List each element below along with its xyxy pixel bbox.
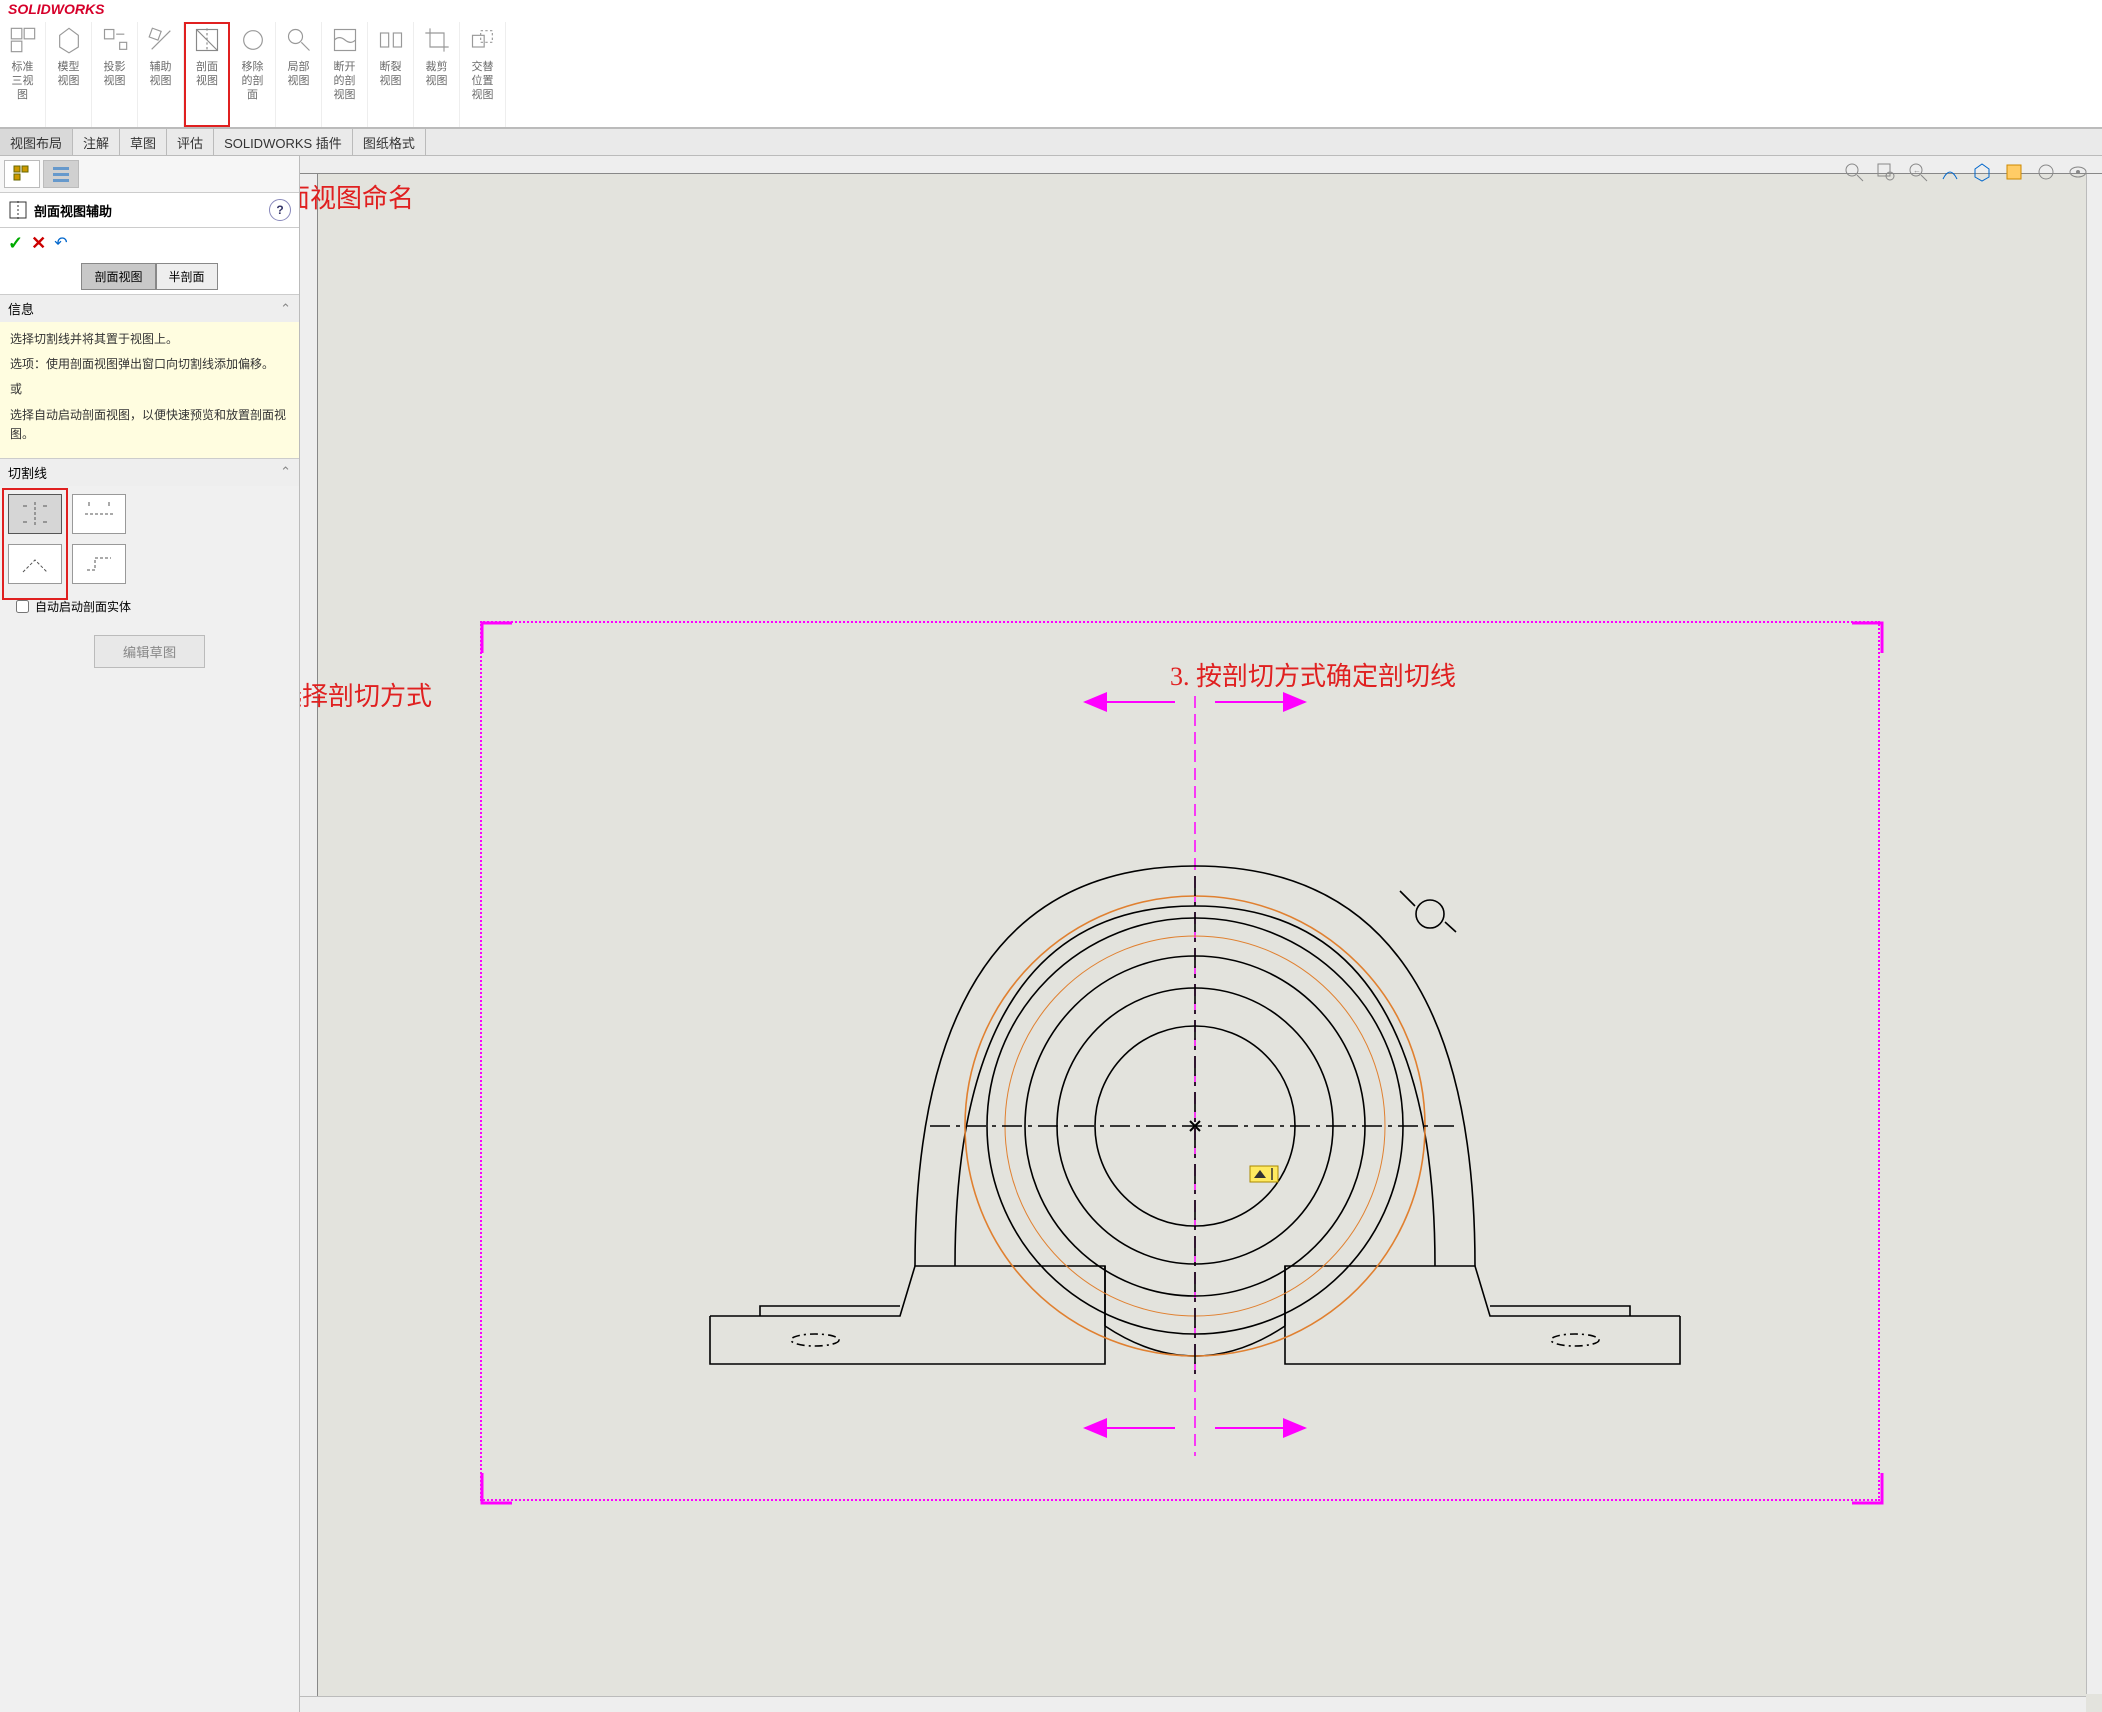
ribbon-std-3-view[interactable]: 标准 三视 图 [0, 22, 46, 127]
ribbon-aux-view[interactable]: 辅助 视图 [138, 22, 184, 127]
hide-show-icon[interactable] [2000, 158, 2028, 186]
edit-sketch-button[interactable]: 编辑草图 [94, 635, 205, 668]
tab-sketch[interactable]: 草图 [120, 129, 167, 155]
info-box: 选择切割线并将其置于视图上。 选项：使用剖面视图弹出窗口向切割线添加偏移。 或 … [0, 322, 299, 458]
half-section-radio[interactable]: 半剖面 [156, 263, 218, 290]
collapse-icon[interactable]: ⌃ [280, 301, 291, 317]
cancel-button[interactable]: ✕ [31, 233, 46, 254]
zoom-fit-icon[interactable] [1840, 158, 1868, 186]
auto-start-checkbox[interactable]: 自动启动剖面实体 [8, 594, 291, 619]
ribbon-crop-view[interactable]: 裁剪 视图 [414, 22, 460, 127]
ribbon-detail-view[interactable]: 局部 视图 [276, 22, 322, 127]
property-manager-panel: 剖面视图辅助 ? ✓ ✕ ↶ 剖面视图 半剖面 信息 ⌃ 选择切割线并将其置于视… [0, 156, 300, 1712]
ribbon: 标准 三视 图 模型 视图 投影 视图 辅助 视图 剖面 视图 移除 的剖 面 … [0, 18, 2102, 128]
prev-view-icon[interactable]: ← [1904, 158, 1932, 186]
annotation-2: 2. 选择剖切方式 [300, 676, 432, 713]
section-arrow-bottom[interactable] [1075, 1418, 1315, 1438]
section-icon[interactable] [1936, 158, 1964, 186]
vertical-ruler [300, 174, 318, 1712]
drawing-canvas[interactable]: ← 1. 选择剖面视图命名 2. 选择剖切方式 3. 按剖切方式确定剖切线 [300, 156, 2102, 1712]
tab-sheet-format[interactable]: 图纸格式 [353, 129, 426, 155]
tab-view-layout[interactable]: 视图布局 [0, 129, 73, 155]
full-section-radio[interactable]: 剖面视图 [81, 263, 155, 290]
feature-tree-tab[interactable] [4, 160, 40, 188]
property-manager-tab[interactable] [43, 160, 79, 188]
collapse-cutline-icon[interactable]: ⌃ [280, 464, 291, 480]
cutline-aligned-button[interactable] [8, 544, 62, 584]
title-bar: SOLIDWORKS [0, 0, 2102, 18]
horizontal-scrollbar[interactable] [300, 1696, 2086, 1712]
info-header: 信息 [8, 299, 34, 318]
display-style-icon[interactable] [1968, 158, 1996, 186]
ribbon-removed-section[interactable]: 移除 的剖 面 [230, 22, 276, 127]
help-button[interactable]: ? [269, 199, 291, 221]
cutline-header: 切割线 [8, 463, 47, 482]
pillow-block-drawing[interactable] [650, 746, 1740, 1396]
ribbon-broken-section[interactable]: 断开 的剖 视图 [322, 22, 368, 127]
svg-text:←: ← [1913, 166, 1921, 175]
auto-start-input[interactable] [16, 600, 29, 613]
ribbon-model-view[interactable]: 模型 视图 [46, 22, 92, 127]
tab-addins[interactable]: SOLIDWORKS 插件 [214, 129, 353, 155]
app-title: SOLIDWORKS [8, 1, 104, 17]
horizontal-ruler [300, 156, 2102, 174]
ribbon-alt-pos-view[interactable]: 交替 位置 视图 [460, 22, 506, 127]
section-view-icon [8, 200, 28, 220]
undo-button[interactable]: ↶ [54, 233, 67, 254]
pm-title: 剖面视图辅助 [34, 201, 269, 220]
vertical-scrollbar[interactable] [2086, 174, 2102, 1694]
tab-annotate[interactable]: 注解 [73, 129, 120, 155]
tab-evaluate[interactable]: 评估 [167, 129, 214, 155]
cutline-offset-button[interactable] [72, 544, 126, 584]
ribbon-break-view[interactable]: 断裂 视图 [368, 22, 414, 127]
heads-up-toolbar: ← [1840, 158, 2092, 186]
cutline-vertical-button[interactable] [8, 494, 62, 534]
ribbon-section-view[interactable]: 剖面 视图 [184, 22, 230, 127]
cutline-horizontal-button[interactable] [72, 494, 126, 534]
command-tabbar: 视图布局 注解 草图 评估 SOLIDWORKS 插件 图纸格式 [0, 128, 2102, 156]
scene-icon[interactable] [2032, 158, 2060, 186]
ribbon-proj-view[interactable]: 投影 视图 [92, 22, 138, 127]
zoom-area-icon[interactable] [1872, 158, 1900, 186]
annotation-1: 1. 选择剖面视图命名 [300, 178, 414, 215]
ok-button[interactable]: ✓ [8, 233, 23, 254]
